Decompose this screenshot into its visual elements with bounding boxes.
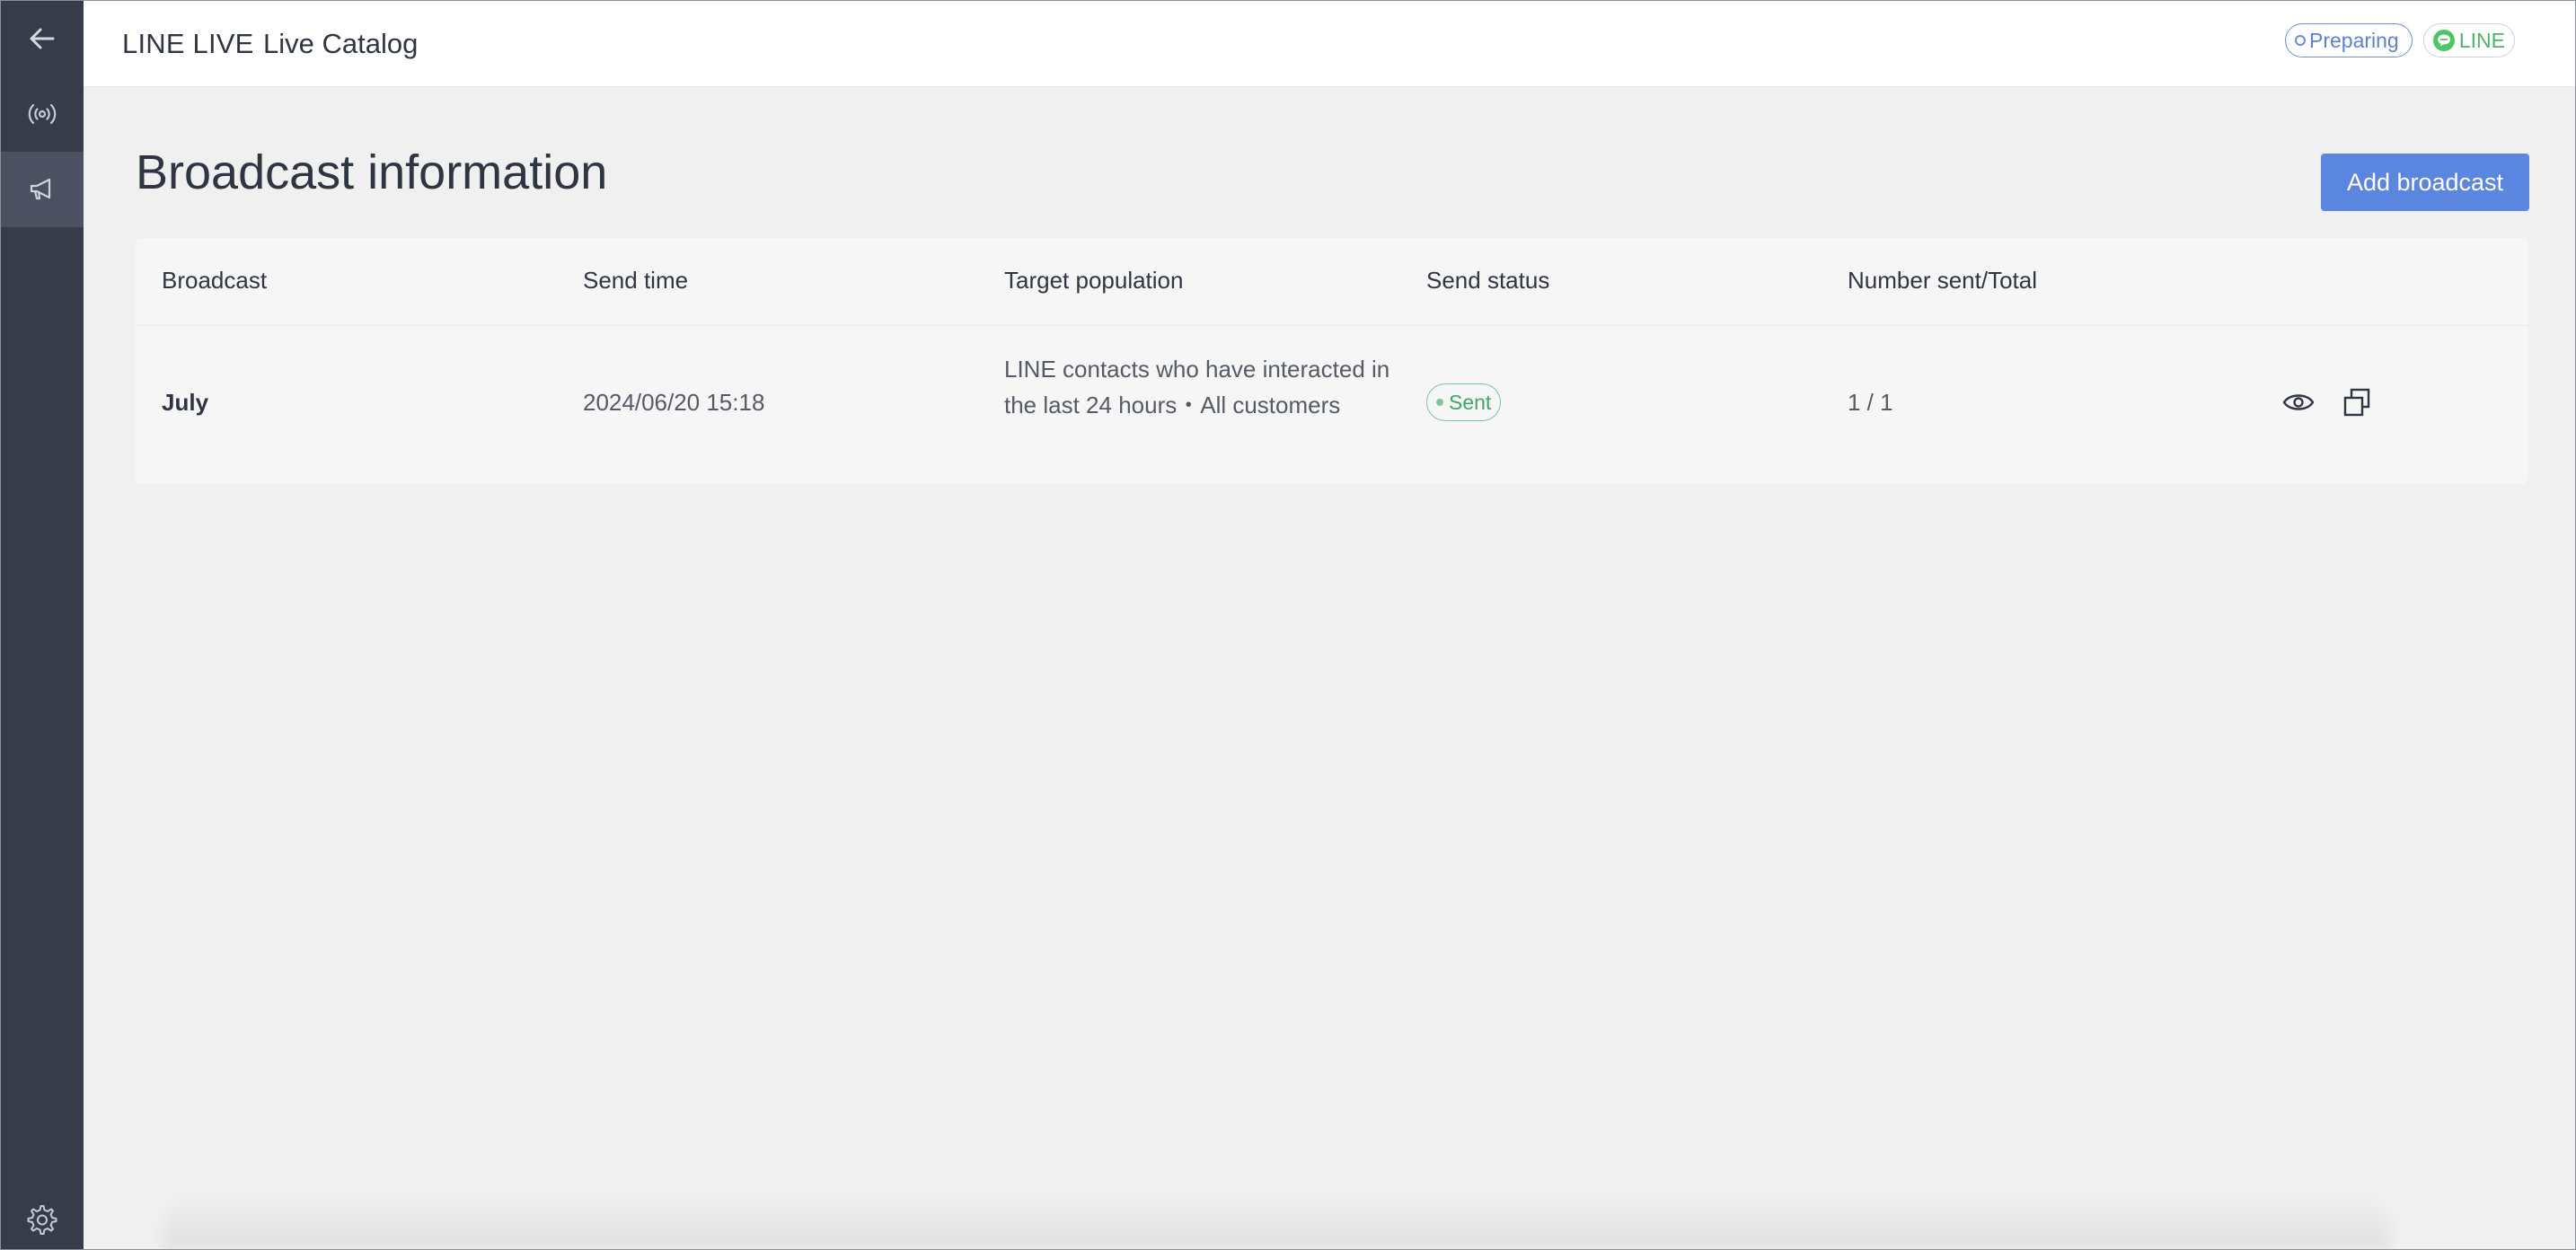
app-name: LINE LIVE bbox=[122, 28, 254, 59]
sidebar-item-live[interactable] bbox=[1, 76, 84, 152]
preparing-label: Preparing bbox=[2309, 28, 2399, 52]
bottom-shadow bbox=[163, 1195, 2390, 1249]
top-header: LINE LIVE Live Catalog Preparing LINE bbox=[84, 1, 2575, 87]
status-dot-icon bbox=[2295, 35, 2306, 46]
line-channel-badge: LINE bbox=[2423, 23, 2515, 57]
broadcast-table: Broadcast Send time Target population Se… bbox=[136, 238, 2528, 484]
number-sent-total: 1 / 1 bbox=[1848, 389, 1893, 416]
megaphone-icon bbox=[30, 178, 51, 200]
status-dot-icon bbox=[1436, 399, 1443, 406]
line-label: LINE bbox=[2458, 28, 2505, 52]
back-button[interactable] bbox=[1, 1, 84, 76]
sidebar bbox=[1, 1, 84, 1249]
column-header-number-sent: Number sent/Total bbox=[1848, 267, 2037, 294]
send-time: 2024/06/20 15:18 bbox=[583, 389, 765, 416]
column-header-broadcast: Broadcast bbox=[162, 267, 268, 294]
target-population: LINE contacts who have interacted in the… bbox=[1004, 356, 1390, 418]
column-header-send-time: Send time bbox=[583, 267, 689, 294]
table-header: Broadcast Send time Target population Se… bbox=[136, 238, 2528, 326]
settings-button[interactable] bbox=[1, 1183, 84, 1249]
sidebar-item-broadcast[interactable] bbox=[1, 152, 84, 227]
add-broadcast-button[interactable]: Add broadcast bbox=[2321, 154, 2529, 211]
column-header-target-population: Target population bbox=[1004, 267, 1184, 294]
line-logo-icon bbox=[2433, 30, 2455, 51]
table-row[interactable]: July 2024/06/20 15:18 LINE contacts who … bbox=[136, 326, 2528, 484]
send-status-badge: Sent bbox=[1426, 383, 1502, 421]
back-arrow-icon bbox=[30, 28, 55, 49]
page-title: Broadcast information bbox=[136, 145, 608, 199]
preparing-status-badge: Preparing bbox=[2285, 23, 2413, 57]
broadcast-name: July bbox=[162, 389, 209, 416]
copy-icon bbox=[2343, 388, 2370, 417]
catalog-name: Live Catalog bbox=[263, 28, 419, 59]
broadcast-signal-icon bbox=[28, 103, 57, 125]
gear-icon bbox=[27, 1205, 57, 1235]
view-button[interactable] bbox=[2280, 384, 2316, 420]
copy-button[interactable] bbox=[2339, 384, 2375, 420]
eye-icon bbox=[2282, 394, 2315, 410]
send-status-label: Sent bbox=[1449, 390, 1492, 414]
column-header-send-status: Send status bbox=[1426, 267, 1550, 294]
app-window: LINE LIVE Live Catalog Preparing LINE Br… bbox=[0, 0, 2576, 1250]
